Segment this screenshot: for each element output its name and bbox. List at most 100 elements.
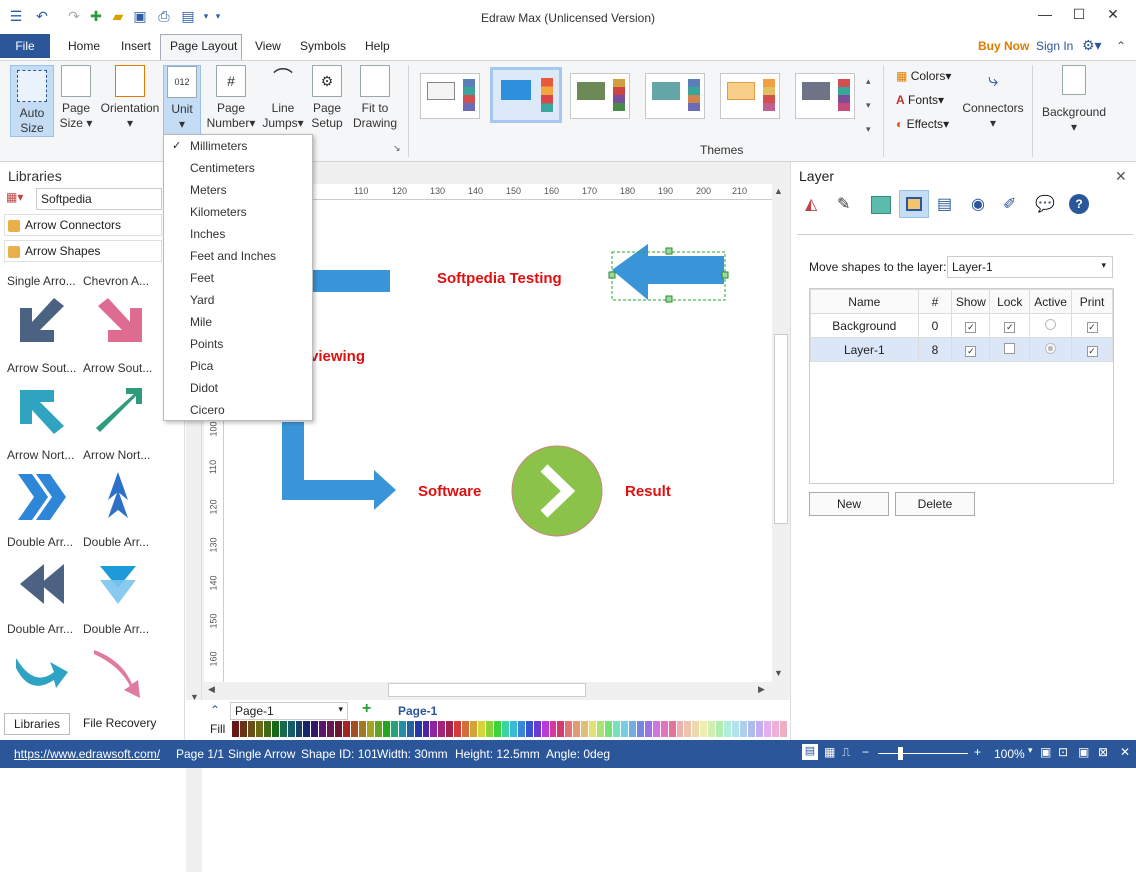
arrow-shape-bent[interactable] [282, 422, 396, 510]
settings-icon[interactable]: ⚙▾ [1082, 37, 1102, 54]
color-swatch[interactable] [628, 721, 637, 737]
color-swatch[interactable] [684, 721, 693, 737]
shadow-tool-icon[interactable] [871, 196, 891, 214]
fit-page-icon[interactable]: ▣ [1040, 745, 1051, 759]
color-swatch[interactable] [422, 721, 431, 737]
color-swatch[interactable] [557, 721, 566, 737]
color-swatch[interactable] [747, 721, 756, 737]
color-swatch[interactable] [636, 721, 645, 737]
arrow-southeast-shape[interactable] [92, 296, 148, 348]
connectors-button[interactable]: ⤷ Connectors ▾ [960, 65, 1026, 131]
color-swatch[interactable] [644, 721, 653, 737]
color-swatch[interactable] [668, 721, 677, 737]
color-swatch[interactable] [676, 721, 685, 737]
scroll-left-arrow-icon[interactable]: ◀ [208, 684, 215, 695]
zoom-in-icon[interactable]: + [974, 745, 981, 759]
color-swatch[interactable] [708, 721, 717, 737]
close-button[interactable]: ✕ [1098, 6, 1128, 26]
color-swatch[interactable] [525, 721, 534, 737]
buy-now-link[interactable]: Buy Now [978, 39, 1029, 53]
color-swatch[interactable] [279, 721, 288, 737]
active-radio[interactable] [1029, 337, 1073, 362]
color-swatch[interactable] [303, 721, 312, 737]
menu-item-yard[interactable]: Yard [190, 293, 214, 307]
lock-checkbox[interactable]: ✓ [989, 313, 1031, 338]
themes-scroll-icon[interactable]: ▴ ▾ ▾ [866, 69, 871, 141]
print-checkbox[interactable]: ✓ [1071, 337, 1113, 362]
delete-layer-button[interactable]: Delete [895, 492, 975, 516]
show-checkbox[interactable]: ✓ [951, 337, 991, 362]
color-swatch[interactable] [247, 721, 256, 737]
color-swatch[interactable] [430, 721, 439, 737]
tab-symbols[interactable]: Symbols [300, 39, 346, 53]
page-select[interactable]: Page-1 ▾ [230, 702, 348, 720]
collapse-icon[interactable]: ✕ [1120, 745, 1130, 759]
color-swatch[interactable] [493, 721, 502, 737]
color-swatch[interactable] [501, 721, 510, 737]
color-swatch[interactable] [239, 721, 248, 737]
library-section-arrow-shapes[interactable]: Arrow Shapes [4, 240, 162, 262]
menu-item-centimeters[interactable]: Centimeters [190, 161, 255, 175]
color-swatch[interactable] [382, 721, 391, 737]
curved-arrow-shape-2[interactable] [92, 648, 148, 700]
color-swatch[interactable] [660, 721, 669, 737]
color-swatch[interactable] [716, 721, 725, 737]
color-swatch[interactable] [390, 721, 399, 737]
color-swatch[interactable] [613, 721, 621, 737]
color-swatch[interactable] [374, 721, 383, 737]
fit-to-drawing-button[interactable]: Fit to Drawing [352, 65, 398, 131]
table-row[interactable]: Layer-1 8 ✓ ✓ [810, 337, 1113, 362]
lock-checkbox[interactable] [989, 337, 1031, 362]
dialog-launcher-icon[interactable]: ↘ [393, 143, 401, 154]
color-swatch[interactable] [732, 721, 740, 737]
sign-in-link[interactable]: Sign In [1036, 39, 1073, 53]
scroll-thumb[interactable] [388, 683, 586, 697]
arrow-shape-top-left[interactable] [312, 270, 390, 292]
color-swatch[interactable] [327, 721, 336, 737]
chevron-up-icon[interactable]: ⌃ [210, 703, 220, 717]
color-swatch[interactable] [343, 721, 352, 737]
color-swatch[interactable] [263, 721, 272, 737]
tab-help[interactable]: Help [365, 39, 390, 53]
color-swatch[interactable] [517, 721, 526, 737]
color-swatch[interactable] [724, 721, 733, 737]
new-layer-button[interactable]: New [809, 492, 889, 516]
selected-single-arrow[interactable] [608, 244, 729, 303]
color-swatch[interactable] [454, 721, 463, 737]
theme-thumbnail-4[interactable] [645, 73, 705, 119]
color-swatch[interactable] [232, 721, 240, 737]
auto-size-button[interactable]: Auto Size [10, 65, 54, 137]
color-swatch[interactable] [605, 721, 613, 737]
color-swatch[interactable] [771, 721, 780, 737]
double-arrow-down-shape[interactable] [92, 558, 148, 612]
help-icon[interactable]: ? [1069, 194, 1089, 214]
color-swatch[interactable] [406, 721, 415, 737]
circle-chevron-shape[interactable] [511, 445, 603, 537]
menu-item-meters[interactable]: Meters [190, 183, 227, 197]
curved-arrow-shape[interactable] [14, 648, 70, 696]
arrow-northwest-shape[interactable] [14, 384, 70, 436]
canvas-text-viewing[interactable]: viewing [310, 348, 365, 365]
color-swatch[interactable] [763, 721, 772, 737]
page-size-button[interactable]: Page Size ▾ [58, 65, 94, 131]
color-swatch[interactable] [462, 721, 471, 737]
collapse-ribbon-icon[interactable]: ⌃ [1116, 39, 1126, 53]
color-swatch[interactable] [398, 721, 407, 737]
menu-item-millimeters[interactable]: Millimeters [190, 139, 247, 153]
tab-view[interactable]: View [255, 39, 281, 53]
color-swatch[interactable] [597, 721, 606, 737]
canvas-text-softpedia-testing[interactable]: Softpedia Testing [437, 270, 562, 287]
color-swatch[interactable] [565, 721, 574, 737]
library-menu-icon[interactable]: ▦▾ [6, 190, 34, 208]
fit-drawing-icon[interactable]: ⊠ [1098, 745, 1108, 759]
menu-item-kilometers[interactable]: Kilometers [190, 205, 247, 219]
page-properties-icon[interactable]: ▤ [937, 194, 952, 214]
menu-item-pica[interactable]: Pica [190, 359, 213, 373]
tab-libraries[interactable]: Libraries [4, 713, 70, 735]
layer-select[interactable]: Layer-1 ▾ [947, 256, 1113, 278]
color-swatch[interactable] [271, 721, 280, 737]
scroll-right-arrow-icon[interactable]: ▶ [758, 684, 765, 695]
canvas-vertical-scrollbar[interactable]: ▲ ▼ [772, 184, 790, 682]
color-swatch[interactable] [549, 721, 558, 737]
color-swatch[interactable] [692, 721, 701, 737]
